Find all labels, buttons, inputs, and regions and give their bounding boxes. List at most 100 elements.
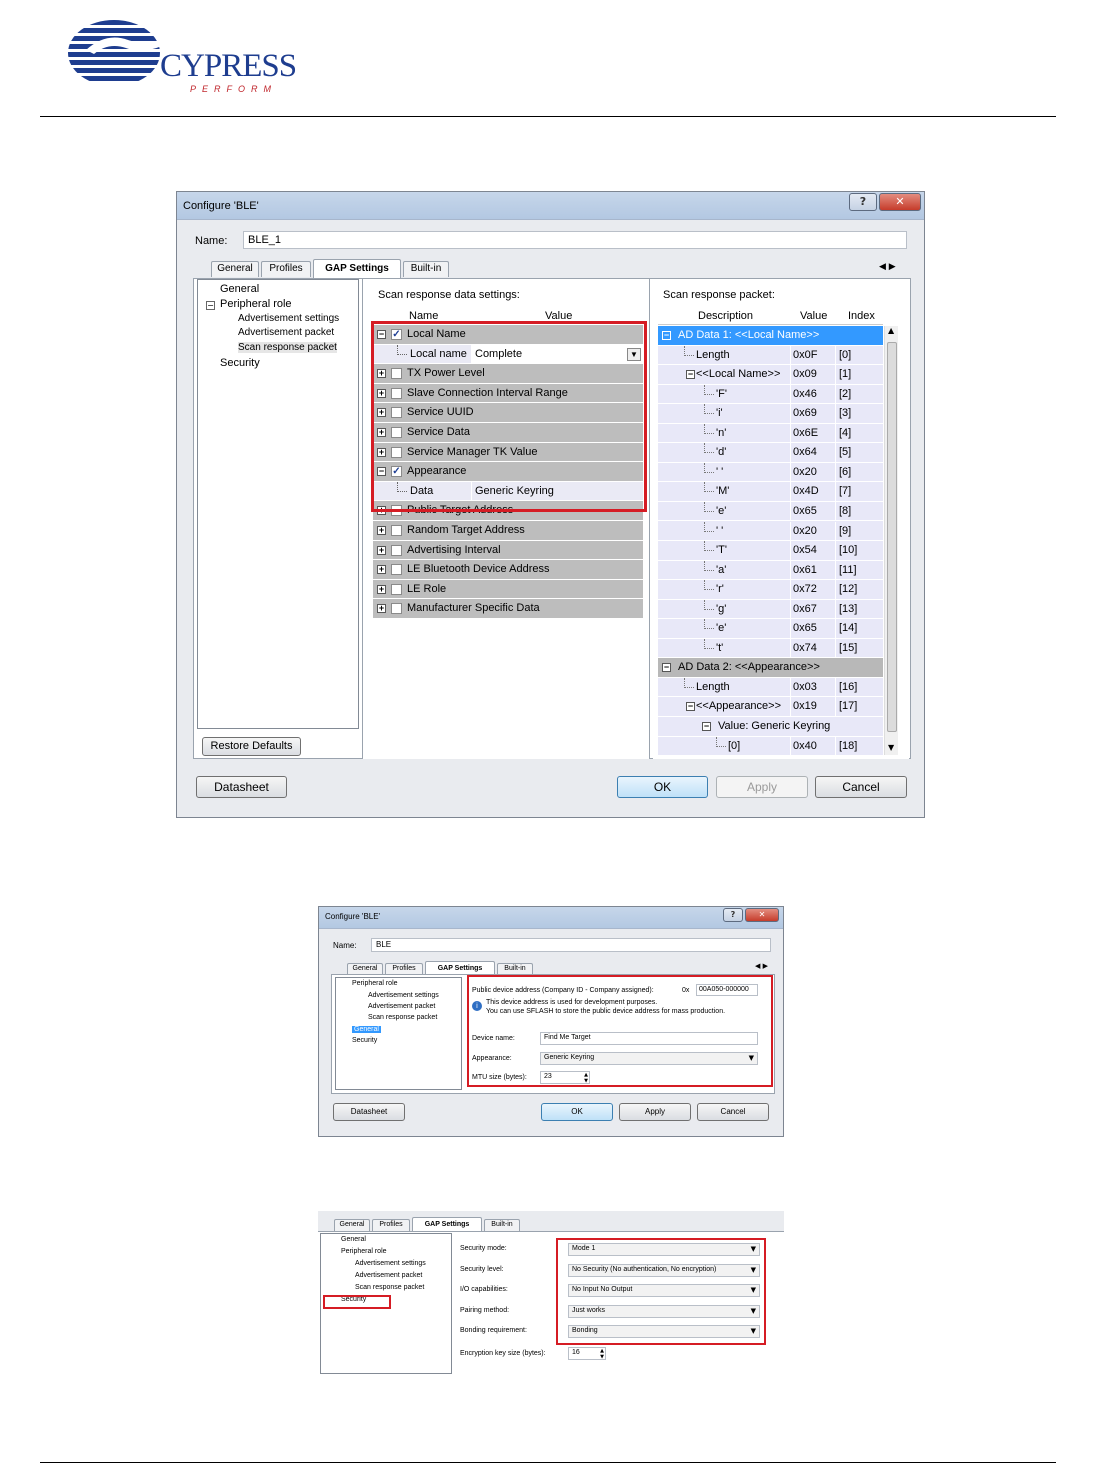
settings-row[interactable]: + Random Target Address: [373, 521, 643, 541]
tab-profiles[interactable]: Profiles: [261, 261, 311, 277]
packet-row[interactable]: 'g' 0x67 [13]: [658, 599, 883, 620]
tree2-item-advertisement-packet[interactable]: Advertisement packet: [368, 1003, 435, 1010]
ok-button[interactable]: OK: [617, 776, 708, 798]
tab-general-3[interactable]: General: [334, 1219, 370, 1231]
cancel-button-2[interactable]: Cancel: [697, 1103, 769, 1121]
packet-row[interactable]: 'n' 0x6E [4]: [658, 423, 883, 444]
close-icon-2[interactable]: ✕: [745, 908, 779, 922]
tree3-item-peripheral-role[interactable]: Peripheral role: [341, 1248, 387, 1255]
checkbox-unchecked[interactable]: [391, 583, 402, 595]
cancel-button[interactable]: Cancel: [815, 776, 907, 798]
tree3-item-advertisement-settings[interactable]: Advertisement settings: [355, 1260, 426, 1267]
settings-row[interactable]: + LE Role: [373, 579, 643, 600]
packet-row[interactable]: 'e' 0x65 [14]: [658, 619, 883, 639]
tree-item-peripheral-role[interactable]: Peripheral role: [220, 298, 292, 310]
expand-icon[interactable]: +: [377, 565, 386, 575]
packet-scrollbar[interactable]: ▲ ▼: [884, 326, 898, 755]
collapse-icon[interactable]: −: [662, 663, 671, 673]
expand-icon[interactable]: +: [377, 584, 386, 594]
collapse-icon[interactable]: −: [686, 702, 695, 712]
tree-collapse-icon[interactable]: −: [206, 301, 215, 310]
tab-scroll-arrows-icon[interactable]: ◀ ▶: [879, 262, 896, 272]
tree-item-security[interactable]: Security: [220, 357, 260, 369]
settings-row[interactable]: + LE Bluetooth Device Address: [373, 560, 643, 580]
packet-row[interactable]: 't' 0x74 [15]: [658, 638, 883, 659]
tree2-item-security[interactable]: Security: [352, 1037, 377, 1044]
settings-tree-2[interactable]: Peripheral role Advertisement settings A…: [335, 977, 462, 1090]
packet-row[interactable]: 'a' 0x61 [11]: [658, 560, 883, 581]
packet-group-row[interactable]: Value: Generic Keyring −: [658, 717, 883, 737]
packet-row[interactable]: 'T' 0x54 [10]: [658, 541, 883, 561]
collapse-icon[interactable]: −: [686, 370, 695, 380]
packet-row[interactable]: <<Appearance>> − 0x19 [17]: [658, 697, 883, 717]
tree3-item-general[interactable]: General: [341, 1236, 366, 1243]
packet-row[interactable]: ' ' 0x20 [6]: [658, 462, 883, 483]
packet-row[interactable]: 'e' 0x65 [8]: [658, 501, 883, 522]
checkbox-unchecked[interactable]: [391, 525, 402, 536]
checkbox-unchecked[interactable]: [391, 603, 402, 615]
scroll-thumb[interactable]: [887, 342, 897, 732]
checkbox-unchecked[interactable]: [391, 544, 402, 556]
packet-group-row[interactable]: AD Data 2: <<Appearance>> −: [658, 658, 883, 678]
checkbox-unchecked[interactable]: [391, 564, 402, 576]
packet-group-row[interactable]: AD Data 1: <<Local Name>> −: [658, 326, 883, 346]
packet-row[interactable]: 'F' 0x46 [2]: [658, 384, 883, 405]
packet-row[interactable]: Length 0x0F [0]: [658, 345, 883, 366]
expand-icon[interactable]: +: [377, 526, 386, 535]
packet-row[interactable]: Length 0x03 [16]: [658, 677, 883, 698]
tree3-item-scan-response-packet[interactable]: Scan response packet: [355, 1284, 424, 1291]
packet-row[interactable]: 'r' 0x72 [12]: [658, 580, 883, 600]
tab-gap-settings-2[interactable]: GAP Settings: [425, 961, 495, 975]
collapse-icon[interactable]: −: [702, 722, 711, 731]
packet-value: 0x0F: [790, 345, 835, 365]
name-input[interactable]: BLE_1: [243, 231, 907, 249]
header-rule: [40, 116, 1056, 117]
packet-row[interactable]: 'M' 0x4D [7]: [658, 482, 883, 502]
packet-row[interactable]: 'i' 0x69 [3]: [658, 404, 883, 424]
tab-gap-settings[interactable]: GAP Settings: [313, 259, 401, 278]
tab-built-in-3[interactable]: Built-in: [484, 1219, 520, 1231]
expand-icon[interactable]: +: [377, 604, 386, 614]
encryption-key-size-value: 16: [572, 1349, 580, 1356]
help-icon[interactable]: ?: [849, 193, 877, 211]
tab-profiles-3[interactable]: Profiles: [372, 1219, 410, 1231]
collapse-icon[interactable]: −: [662, 331, 671, 340]
packet-row[interactable]: ' ' 0x20 [9]: [658, 521, 883, 541]
datasheet-button[interactable]: Datasheet: [196, 776, 287, 798]
scroll-down-icon[interactable]: ▼: [888, 743, 894, 752]
packet-index: [14]: [835, 619, 883, 638]
apply-button-2[interactable]: Apply: [619, 1103, 691, 1121]
datasheet-button-2[interactable]: Datasheet: [333, 1103, 405, 1121]
ok-button-2[interactable]: OK: [541, 1103, 613, 1121]
scroll-up-icon[interactable]: ▲: [888, 326, 894, 335]
tab-built-in[interactable]: Built-in: [403, 261, 449, 277]
tree-item-general[interactable]: General: [220, 283, 259, 295]
expand-icon[interactable]: +: [377, 545, 386, 555]
tree3-item-advertisement-packet[interactable]: Advertisement packet: [355, 1272, 422, 1279]
settings-row[interactable]: + Advertising Interval: [373, 540, 643, 561]
packet-row[interactable]: [0] 0x40 [18]: [658, 736, 883, 755]
tree2-item-general[interactable]: General: [352, 1026, 381, 1033]
packet-value: 0x61: [790, 560, 835, 580]
help-icon-2[interactable]: ?: [723, 908, 743, 922]
close-icon[interactable]: ✕: [879, 193, 921, 211]
tree2-item-scan-response-packet[interactable]: Scan response packet: [368, 1014, 437, 1021]
tab-general[interactable]: General: [211, 261, 259, 277]
dialog3-tabstrip: General Profiles GAP Settings Built-in: [318, 1217, 784, 1231]
restore-defaults-button[interactable]: Restore Defaults: [202, 737, 301, 756]
packet-row[interactable]: <<Local Name>> − 0x09 [1]: [658, 365, 883, 385]
apply-button[interactable]: Apply: [716, 776, 808, 798]
settings-row[interactable]: + Manufacturer Specific Data: [373, 599, 643, 619]
name-input-2[interactable]: BLE: [371, 938, 771, 952]
settings-tree[interactable]: General Peripheral role Advertisement se…: [197, 279, 359, 729]
tree2-item-peripheral-role[interactable]: Peripheral role: [352, 980, 398, 987]
packet-row[interactable]: 'd' 0x64 [5]: [658, 443, 883, 463]
tab-scroll-arrows-icon-2[interactable]: ◀ ▶: [755, 962, 768, 970]
spinner-icon[interactable]: ▲ ▼: [600, 1348, 604, 1360]
tree-item-advertisement-settings[interactable]: Advertisement settings: [238, 313, 339, 324]
tree2-item-advertisement-settings[interactable]: Advertisement settings: [368, 992, 439, 999]
encryption-key-size-stepper[interactable]: 16 ▲ ▼: [568, 1347, 606, 1360]
tab-gap-settings-3[interactable]: GAP Settings: [412, 1217, 482, 1231]
tree-item-advertisement-packet[interactable]: Advertisement packet: [238, 327, 334, 338]
tree-item-scan-response-packet[interactable]: Scan response packet: [238, 342, 337, 353]
